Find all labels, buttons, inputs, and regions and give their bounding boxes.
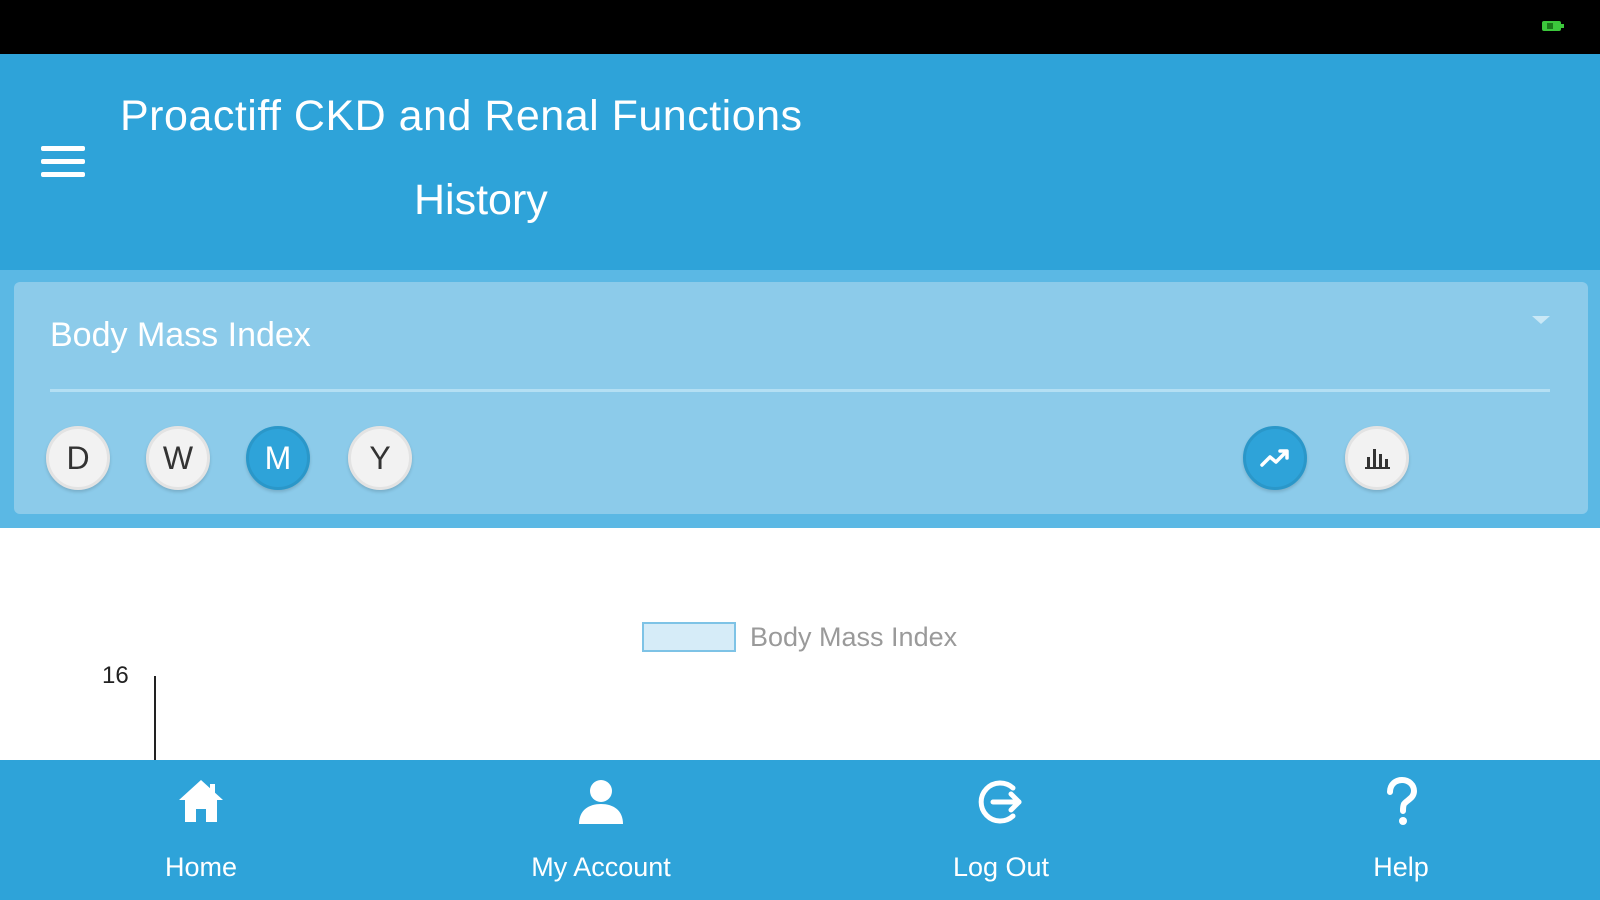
nav-home-label: Home	[164, 852, 238, 882]
app-title: Proactiff CKD and Renal Functions	[120, 92, 803, 140]
period-year-button[interactable]: Y	[348, 426, 412, 490]
nav-home[interactable]: Home	[51, 760, 351, 900]
bottom-nav: Home My Account Log Out Help	[0, 760, 1600, 900]
metric-select-value: Body Mass Index	[50, 316, 311, 354]
nav-my-account[interactable]: My Account	[451, 760, 751, 900]
user-icon	[579, 780, 623, 824]
y-axis-line	[154, 676, 156, 760]
line-chart-button[interactable]	[1243, 426, 1307, 490]
logout-icon	[978, 780, 1022, 824]
line-chart-icon	[1260, 449, 1289, 467]
hamburger-menu-icon	[38, 146, 88, 177]
legend-swatch	[642, 622, 736, 652]
bar-chart-icon	[1365, 449, 1390, 469]
period-week-button[interactable]: W	[146, 426, 210, 490]
chart-legend: Body Mass Index	[642, 620, 957, 654]
nav-help[interactable]: Help	[1251, 760, 1551, 900]
home-icon	[179, 780, 223, 822]
y-tick-label: 16	[102, 662, 129, 689]
bar-chart-button[interactable]	[1345, 426, 1409, 490]
nav-log-out[interactable]: Log Out	[851, 760, 1151, 900]
chevron-down-icon	[1532, 316, 1550, 324]
page-title: History	[414, 176, 548, 224]
period-day-button[interactable]: D	[46, 426, 110, 490]
battery-icon	[1542, 21, 1564, 31]
legend-label: Body Mass Index	[750, 621, 958, 652]
status-bar	[0, 0, 1600, 54]
nav-my-account-label: My Account	[531, 852, 671, 882]
metric-select[interactable]: Body Mass Index	[50, 300, 1550, 392]
help-icon	[1387, 776, 1418, 825]
nav-log-out-label: Log Out	[952, 852, 1050, 882]
app-header	[0, 54, 1600, 270]
select-underline	[50, 389, 1550, 392]
period-month-button[interactable]: M	[246, 426, 310, 490]
menu-button[interactable]	[38, 138, 88, 178]
nav-help-label: Help	[1373, 852, 1429, 882]
